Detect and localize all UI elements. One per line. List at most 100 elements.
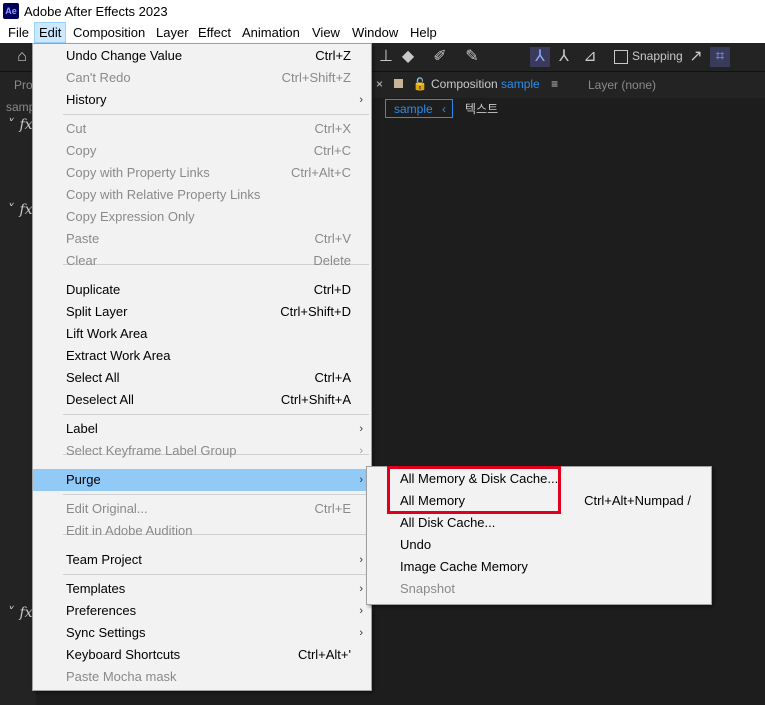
menu-item-paste-mocha-mask[interactable]: Paste Mocha mask [33,666,371,688]
menu-item-deselect-all[interactable]: Deselect All Ctrl+Shift+A [33,389,371,411]
menu-item-label: Purge [66,472,101,487]
menu-window[interactable]: Window [348,22,402,43]
purge-item-all-disk-cache[interactable]: All Disk Cache... [367,512,711,534]
panel-menu-icon[interactable]: ≡ [551,77,558,91]
menu-item-copy-relative-links[interactable]: Copy with Relative Property Links [33,184,371,206]
menu-separator [63,574,369,575]
menu-item-team-project[interactable]: Team Project › [33,549,371,571]
menu-item-label: Duplicate [66,282,121,297]
snap-features-icon[interactable]: ⌗ [710,47,730,67]
menu-item-shortcut: Ctrl+Z [315,48,351,63]
composition-tab-prefix: Composition [431,77,498,91]
menu-item-history[interactable]: History › [33,89,371,111]
menu-item-extract-work-area[interactable]: Extract Work Area [33,345,371,367]
menu-item-label: Preferences [66,603,137,618]
menu-layer[interactable]: Layer [152,22,193,43]
axis-world-icon[interactable]: ⅄ [554,47,574,67]
menu-item-label: Split Layer [66,304,128,319]
menu-item-lift-work-area[interactable]: Lift Work Area [33,323,371,345]
lock-icon[interactable]: 🔓 [413,77,428,91]
menu-separator [63,114,369,115]
menu-item-shortcut: Ctrl+D [313,282,351,297]
menu-item-label: Templates [66,581,126,596]
menu-item-split-layer[interactable]: Split Layer Ctrl+Shift+D [33,301,371,323]
menu-item-label: Cut [66,121,87,136]
chevron-right-icon: › [359,554,363,566]
menu-item-label: Select All [66,370,120,385]
menu-item-edit-original[interactable]: Edit Original... Ctrl+E [33,498,371,520]
purge-item-undo[interactable]: Undo [367,534,711,556]
comp-subtab-text[interactable]: 텍스트 [465,100,498,117]
menu-item-sync-settings[interactable]: Sync Settings › [33,622,371,644]
menu-view[interactable]: View [308,22,344,43]
home-icon[interactable]: ⌂ [12,47,32,67]
menu-item-clear[interactable]: Clear Delete [33,250,371,272]
menu-item-cut[interactable]: Cut Ctrl+X [33,118,371,140]
menu-help[interactable]: Help [406,22,441,43]
menu-item-label: Deselect All [66,392,134,407]
menu-item-label: Can't Redo [66,70,131,85]
stamp-tool-icon[interactable]: ⊥ [376,47,396,67]
menu-item-duplicate[interactable]: Duplicate Ctrl+D [33,279,371,301]
menu-item-shortcut: Ctrl+A [314,370,351,385]
menu-item-edit-audition[interactable]: Edit in Adobe Audition [33,520,371,542]
menu-item-label: Clear [66,253,98,268]
snap-options-icon[interactable]: ↗ [686,47,706,67]
title-bar: Ae Adobe After Effects 2023 [0,0,765,22]
project-tab-fragment[interactable]: Pro [14,78,33,92]
close-icon[interactable]: × [376,77,383,91]
chevron-right-icon: › [359,445,363,457]
menu-item-select-all[interactable]: Select All Ctrl+A [33,367,371,389]
edit-menu: Undo Change Value Ctrl+Z Can't Redo Ctrl+Sh… [32,43,372,691]
menu-item-select-label-group[interactable]: Select Keyframe Label Group › [33,440,371,462]
annotation-highlight-box [387,466,561,514]
puppet-pin-tool-icon[interactable]: ✎ [462,47,482,67]
menu-item-label: Copy with Property Links [66,165,210,180]
menu-item-label: Snapshot [400,581,455,596]
menu-item-label: Paste Mocha mask [66,669,177,684]
menu-item-shortcut: Ctrl+Shift+A [280,392,351,407]
menu-item-copy-property-links[interactable]: Copy with Property Links Ctrl+Alt+C [33,162,371,184]
eraser-tool-icon[interactable]: ◆ [398,47,418,67]
menu-item-label: Lift Work Area [66,326,148,341]
menu-item-shortcut: Ctrl+E [314,501,351,516]
menu-separator [63,494,369,495]
axis-local-icon[interactable]: ⅄ [530,47,550,67]
composition-tab[interactable]: × 🔓 Composition sample ≡ [376,72,558,96]
comp-subtab-sample[interactable]: sample ‹ [385,99,453,118]
purge-item-snapshot[interactable]: Snapshot [367,578,711,600]
menu-animation[interactable]: Animation [238,22,304,43]
menu-item-templates[interactable]: Templates › [33,578,371,600]
menu-item-label: Copy [66,143,97,158]
menu-bar: File Edit Composition Layer Effect Anima… [0,22,765,43]
fx-icon: ˅ fx [8,202,33,218]
menu-edit[interactable]: Edit [34,22,67,43]
menu-item-label[interactable]: Label › [33,418,371,440]
menu-item-preferences[interactable]: Preferences › [33,600,371,622]
snapping-checkbox[interactable] [614,50,628,64]
menu-item-paste[interactable]: Paste Ctrl+V [33,228,371,250]
menu-item-redo[interactable]: Can't Redo Ctrl+Shift+Z [33,67,371,89]
menu-item-shortcut: Ctrl+X [314,121,351,136]
roto-brush-tool-icon[interactable]: ✐ [430,47,450,67]
menu-item-label: Sync Settings [66,625,146,640]
menu-item-shortcut: Ctrl+Shift+Z [281,70,351,85]
axis-view-icon[interactable]: ⊿ [580,47,600,67]
menu-item-undo[interactable]: Undo Change Value Ctrl+Z [33,45,371,67]
menu-effect[interactable]: Effect [194,22,235,43]
menu-composition[interactable]: Composition [69,22,149,43]
menu-item-label: History [66,92,107,107]
purge-item-image-cache-memory[interactable]: Image Cache Memory [367,556,711,578]
menu-item-shortcut: Ctrl+Shift+D [280,304,351,319]
menu-item-label: Edit in Adobe Audition [66,523,193,538]
menu-file[interactable]: File [4,22,33,43]
menu-item-purge[interactable]: Purge › [33,469,371,491]
menu-item-keyboard-shortcuts[interactable]: Keyboard Shortcuts Ctrl+Alt+' [33,644,371,666]
layer-tab[interactable]: Layer (none) [588,78,656,92]
chevron-right-icon: › [359,605,363,617]
menu-item-label: Image Cache Memory [400,559,528,574]
menu-item-copy-expression[interactable]: Copy Expression Only [33,206,371,228]
menu-item-label: Edit Original... [66,501,148,516]
menu-item-copy[interactable]: Copy Ctrl+C [33,140,371,162]
menu-item-label: Select Keyframe Label Group [66,443,237,458]
